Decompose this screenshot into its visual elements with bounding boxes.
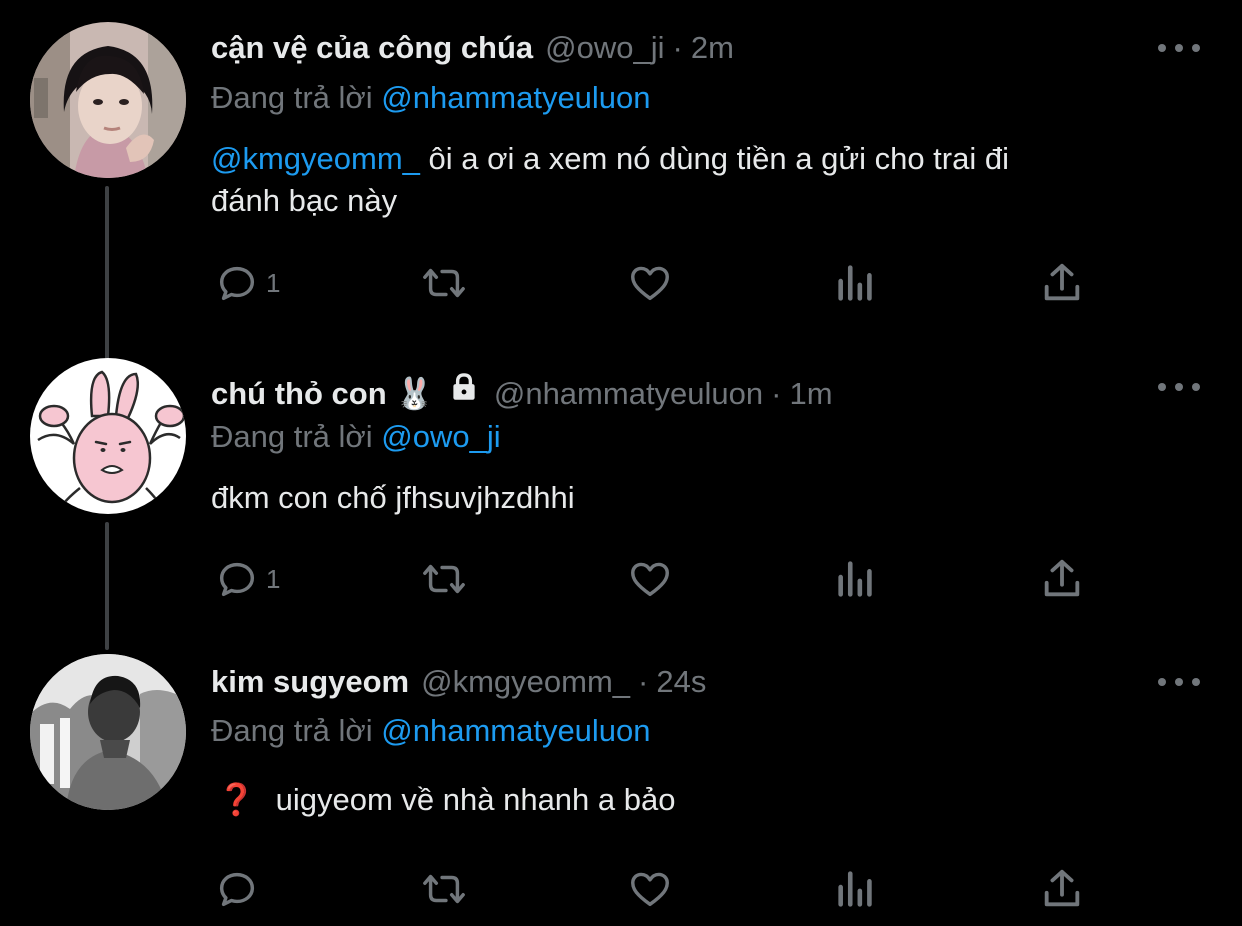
reply-count: 1 <box>266 267 281 298</box>
tweet-mention[interactable]: @kmgyeomm_ <box>211 141 420 176</box>
analytics-icon <box>838 561 872 597</box>
avatar[interactable] <box>30 22 186 178</box>
tweet-header: chú thỏ con 🐰 @nhammatyeuluon · 1m <box>211 370 833 412</box>
retweet-icon <box>423 268 465 298</box>
more-icon[interactable] <box>1158 377 1200 397</box>
reply-count: 1 <box>266 563 281 594</box>
replying-label: Đang trả lời <box>211 713 373 748</box>
share-button[interactable] <box>1040 260 1084 306</box>
tweet-text: ❓ uigyeom về nhà nhanh a bảo <box>211 779 675 821</box>
separator-dot: · <box>638 664 649 699</box>
analytics-button[interactable] <box>834 260 878 306</box>
replying-label: Đang trả lời <box>211 419 373 454</box>
avatar[interactable] <box>30 358 186 514</box>
like-icon <box>631 562 669 597</box>
replying-to: Đang trả lời @nhammatyeuluon <box>211 80 651 116</box>
share-button[interactable] <box>1040 556 1084 602</box>
replying-mention[interactable]: @nhammatyeuluon <box>381 80 650 115</box>
replying-mention[interactable]: @owo_ji <box>381 419 500 454</box>
display-name[interactable]: kim sugyeom <box>211 664 409 700</box>
like-button[interactable] <box>626 556 674 602</box>
more-icon[interactable] <box>1158 38 1200 58</box>
tweet-text: @kmgyeomm_ ôi a ơi a xem nó dùng tiền a … <box>211 138 1009 222</box>
like-icon <box>631 872 669 907</box>
timestamp[interactable]: 24s <box>656 664 706 700</box>
replying-mention[interactable]: @nhammatyeuluon <box>381 713 650 748</box>
display-name[interactable]: chú thỏ con 🐰 <box>211 375 434 412</box>
reply-icon <box>219 872 255 907</box>
like-icon <box>631 266 669 301</box>
tweet-text: đkm con chố jfhsuvjhzdhhi <box>211 480 575 515</box>
reply-button[interactable]: 1 <box>214 260 280 306</box>
share-icon <box>1044 869 1080 907</box>
user-handle[interactable]: @owo_ji <box>545 30 664 66</box>
reply-button[interactable] <box>214 866 266 912</box>
tweet-text-line: ôi a ơi a xem nó dùng tiền a gửi cho tra… <box>419 141 1009 176</box>
tweet-header: kim sugyeom @kmgyeomm_ · 24s <box>211 664 706 700</box>
lock-icon <box>446 370 482 404</box>
analytics-button[interactable] <box>834 556 878 602</box>
more-icon[interactable] <box>1158 672 1200 692</box>
retweet-icon <box>423 874 465 904</box>
reply-icon <box>219 266 255 301</box>
reply-button[interactable]: 1 <box>214 556 280 602</box>
like-button[interactable] <box>626 260 674 306</box>
analytics-icon <box>838 265 872 301</box>
like-button[interactable] <box>626 866 674 912</box>
avatar[interactable] <box>30 654 186 810</box>
share-icon <box>1044 263 1080 301</box>
share-icon <box>1044 559 1080 597</box>
timestamp[interactable]: 2m <box>691 30 734 66</box>
tweet-header: cận vệ của công chúa @owo_ji · 2m <box>211 30 734 66</box>
timestamp[interactable]: 1m <box>789 376 832 412</box>
display-name[interactable]: cận vệ của công chúa <box>211 30 533 66</box>
replying-to: Đang trả lời @owo_ji <box>211 419 501 455</box>
question-mark-emoji: ❓ <box>217 782 256 817</box>
user-handle[interactable]: @kmgyeomm_ <box>421 664 630 700</box>
tweet-text-line: đánh bạc này <box>211 183 398 218</box>
retweet-button[interactable] <box>416 866 472 912</box>
separator-dot: · <box>672 30 683 65</box>
retweet-icon <box>423 564 465 594</box>
replying-to: Đang trả lời @nhammatyeuluon <box>211 713 651 749</box>
tweet-text-line: uigyeom về nhà nhanh a bảo <box>275 782 676 817</box>
user-handle[interactable]: @nhammatyeuluon <box>494 376 763 412</box>
share-button[interactable] <box>1040 866 1084 912</box>
retweet-button[interactable] <box>416 556 472 602</box>
separator-dot: · <box>771 376 782 411</box>
analytics-icon <box>838 871 872 907</box>
thread-line <box>105 522 109 650</box>
reply-icon <box>219 562 255 597</box>
replying-label: Đang trả lời <box>211 80 373 115</box>
thread-line <box>105 186 109 360</box>
retweet-button[interactable] <box>416 260 472 306</box>
analytics-button[interactable] <box>834 866 878 912</box>
